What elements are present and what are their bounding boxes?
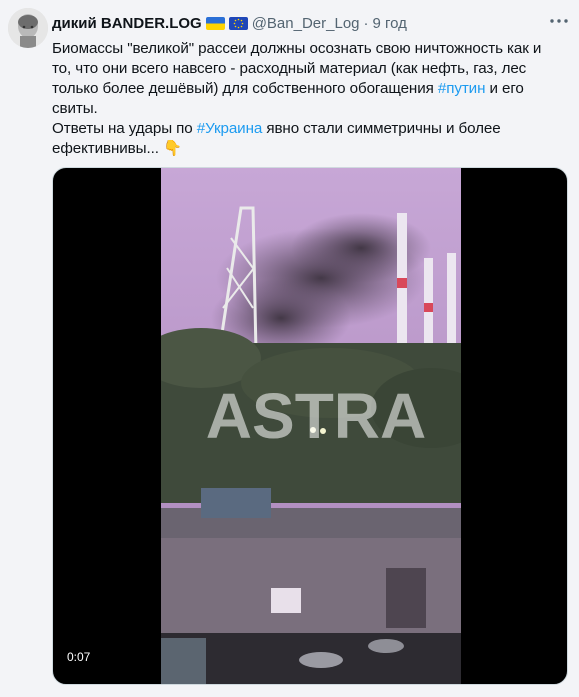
text-fragment: ефективнивы... [52, 140, 163, 157]
text-line: ефективнивы... 👇 [52, 139, 562, 159]
watermark-text: ASTRA [206, 380, 426, 452]
author-handle[interactable]: @Ban_Der_Log [252, 15, 360, 32]
tweet[interactable]: дикий BANDER.LOG @Ban_Der_Log · 9 год Би… [0, 0, 579, 697]
tweet-text: Биомассы "великой" рассеи должны осознат… [52, 39, 562, 159]
text-line: свиты. [52, 100, 98, 117]
text-line: Биомассы "великой" рассеи должны осознат… [52, 40, 542, 57]
ukraine-flag-icon [205, 16, 225, 30]
eu-flag-icon [228, 16, 248, 30]
avatar[interactable] [8, 8, 48, 48]
avatar-image [8, 8, 48, 48]
watermark: ASTRA [206, 380, 426, 452]
text-fragment: Ответы на удары по [52, 120, 197, 137]
author-name[interactable]: дикий BANDER.LOG [52, 15, 202, 32]
timestamp[interactable]: 9 год [373, 15, 407, 32]
pointing-down-emoji-icon: 👇 [162, 140, 182, 157]
more-options-icon[interactable] [548, 10, 570, 32]
text-fragment: только более дешёвый) для собственного о… [52, 80, 438, 97]
text-line: то, что они всего навсего - расходный ма… [52, 60, 527, 77]
separator: · [363, 14, 369, 32]
video-duration-badge: 0:07 [63, 648, 95, 666]
text-line: Ответы на удары по #Украина явно стали с… [52, 119, 562, 139]
video-player[interactable]: ASTRA 0:07 [52, 167, 568, 685]
tweet-header: дикий BANDER.LOG @Ban_Der_Log · 9 год [52, 12, 407, 34]
text-line: только более дешёвый) для собственного о… [52, 79, 562, 99]
hashtag-link[interactable]: #путин [438, 80, 486, 97]
text-fragment: явно стали симметричны и более [262, 120, 501, 137]
text-fragment: и его [485, 80, 524, 97]
hashtag-link[interactable]: #Украина [197, 120, 263, 137]
